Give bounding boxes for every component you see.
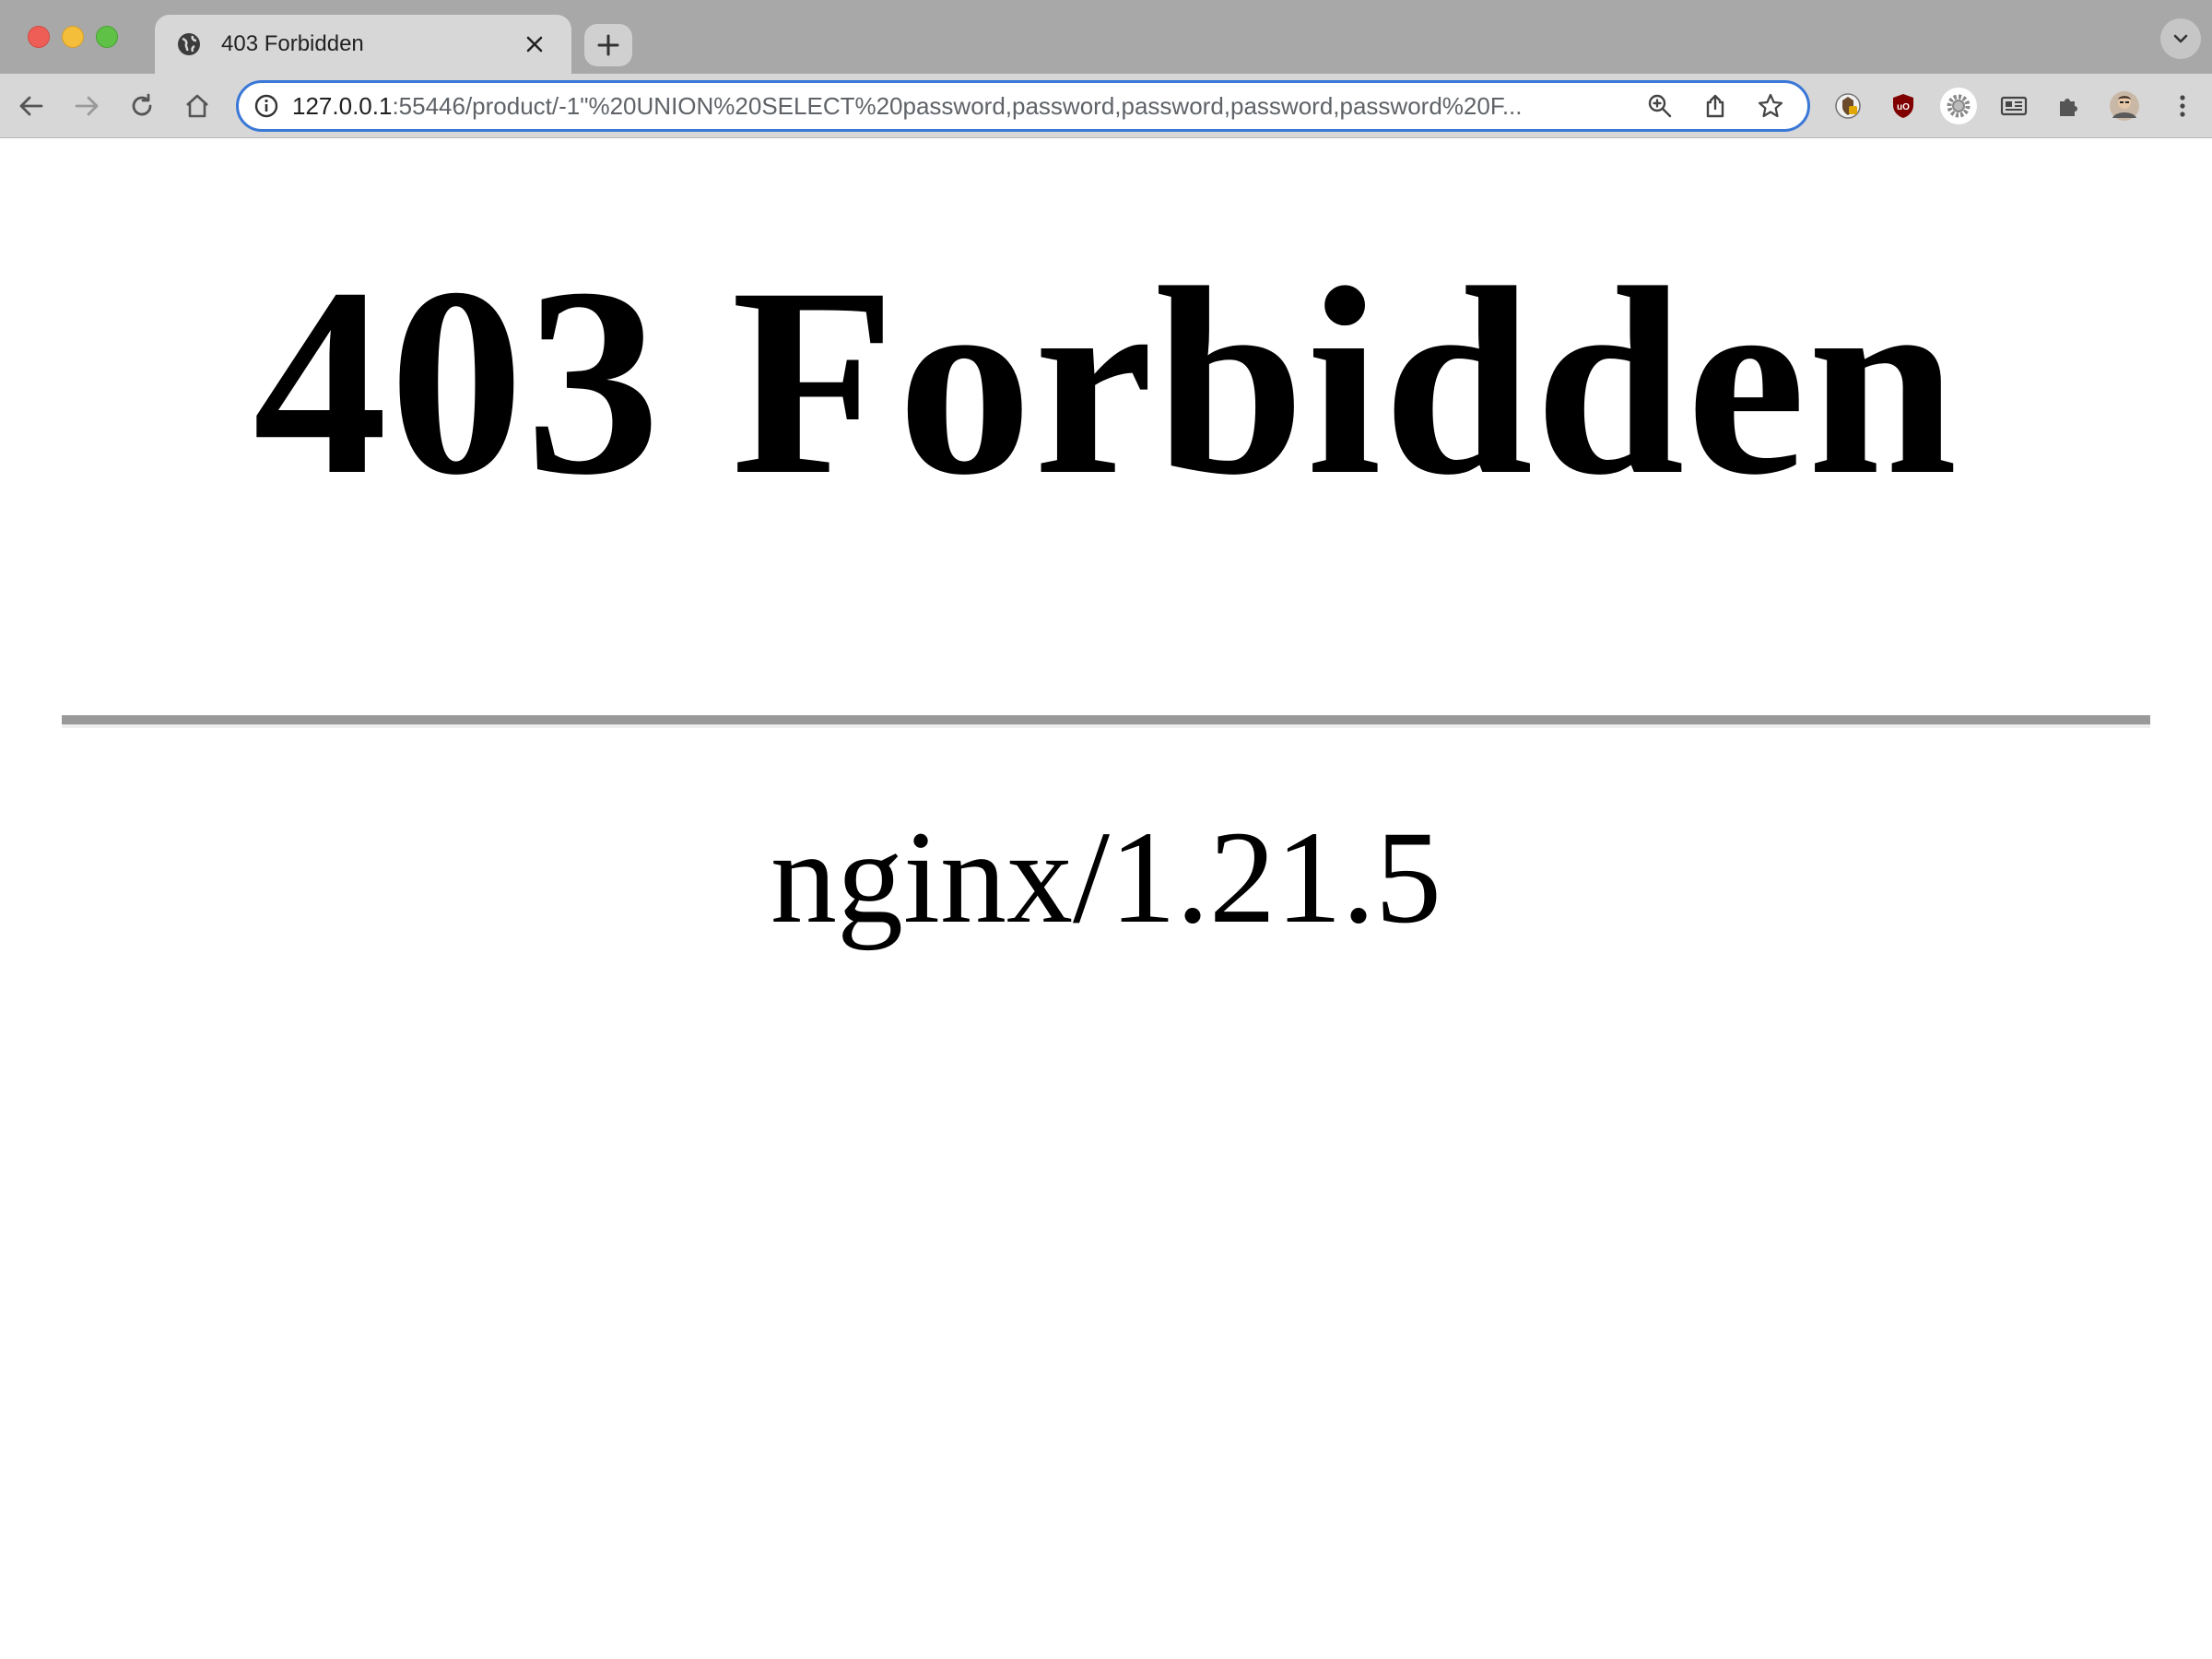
chevron-down-icon: [2173, 34, 2188, 43]
reload-icon: [132, 93, 152, 116]
globe-icon: [175, 30, 203, 58]
arrow-right-icon: [75, 96, 99, 116]
divider: [62, 715, 2150, 728]
zoom-icon[interactable]: [1641, 88, 1678, 124]
page-heading: 403 Forbidden: [253, 233, 1959, 531]
browser-toolbar: 127.0.0.1:55446/product/-1"%20UNION%20SE…: [0, 74, 2212, 138]
address-bar[interactable]: 127.0.0.1:55446/product/-1"%20UNION%20SE…: [236, 80, 1810, 132]
plus-icon: [597, 34, 619, 56]
url-text[interactable]: 127.0.0.1:55446/product/-1"%20UNION%20SE…: [292, 92, 1623, 121]
arrow-left-icon: [19, 96, 43, 116]
reader-mode-icon[interactable]: [1995, 88, 2032, 124]
close-tab-icon[interactable]: [518, 28, 551, 61]
profile-avatar[interactable]: [2106, 88, 2143, 124]
active-tab[interactable]: 403 Forbidden: [155, 15, 571, 74]
tab-strip: 403 Forbidden: [0, 0, 2212, 74]
tab-search-button[interactable]: [2160, 18, 2201, 59]
tab-title: 403 Forbidden: [221, 31, 364, 56]
home-button[interactable]: [179, 88, 216, 124]
new-tab-button[interactable]: [584, 24, 632, 66]
reload-button[interactable]: [124, 88, 160, 124]
home-icon: [186, 94, 208, 118]
server-signature: nginx/1.21.5: [770, 805, 1441, 951]
password-manager-extension-icon[interactable]: [1830, 88, 1866, 124]
back-button[interactable]: [13, 88, 50, 124]
extensions-puzzle-icon[interactable]: [2051, 88, 2088, 124]
maximize-window-button[interactable]: [96, 26, 118, 48]
minimize-window-button[interactable]: [62, 26, 84, 48]
settings-extension-icon[interactable]: [1940, 88, 1977, 124]
ublock-origin-icon[interactable]: uO: [1885, 88, 1922, 124]
forward-button[interactable]: [68, 88, 105, 124]
share-icon[interactable]: [1697, 88, 1734, 124]
url-path: :55446/product/-1"%20UNION%20SELECT%20pa…: [392, 91, 1523, 120]
close-window-button[interactable]: [28, 26, 50, 48]
svg-text:uO: uO: [1897, 102, 1910, 112]
browser-menu-icon[interactable]: [2164, 88, 2201, 124]
page-content: 403 Forbidden nginx/1.21.5: [0, 139, 2212, 1659]
url-host: 127.0.0.1: [292, 91, 393, 120]
bookmark-star-icon[interactable]: [1752, 88, 1789, 124]
site-info-icon[interactable]: [252, 91, 281, 121]
